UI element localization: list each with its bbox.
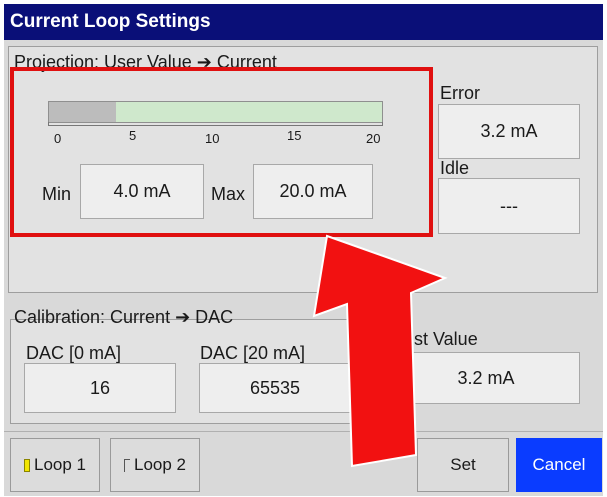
- loop1-label: Loop 1: [34, 455, 86, 474]
- footer-separator: [4, 431, 603, 432]
- loop1-button[interactable]: Loop 1: [10, 438, 100, 492]
- idle-label: Idle: [440, 158, 470, 178]
- loop2-indicator-icon: [124, 458, 130, 472]
- error-label: Error: [440, 83, 480, 103]
- dac0-label: DAC [0 mA]: [26, 343, 122, 363]
- dac0-value-field[interactable]: 16: [24, 363, 176, 413]
- loop2-label: Loop 2: [134, 455, 186, 474]
- calibration-title: Calibration: Current ➔ DAC: [14, 307, 234, 327]
- highlight-box: [10, 67, 433, 237]
- cancel-button[interactable]: Cancel: [516, 438, 602, 492]
- loop2-button[interactable]: Loop 2: [110, 438, 200, 492]
- dialog-title: Current Loop Settings: [4, 4, 603, 40]
- error-value-field[interactable]: 3.2 mA: [438, 104, 580, 159]
- dac20-label: DAC [20 mA]: [200, 343, 306, 363]
- loop1-indicator-icon: [24, 458, 30, 472]
- set-button[interactable]: Set: [417, 438, 509, 492]
- test-value-field[interactable]: 3.2 mA: [392, 352, 580, 404]
- test-value-label: st Value: [414, 329, 478, 349]
- idle-value-field[interactable]: ---: [438, 178, 580, 234]
- dac20-value-field[interactable]: 65535: [199, 363, 351, 413]
